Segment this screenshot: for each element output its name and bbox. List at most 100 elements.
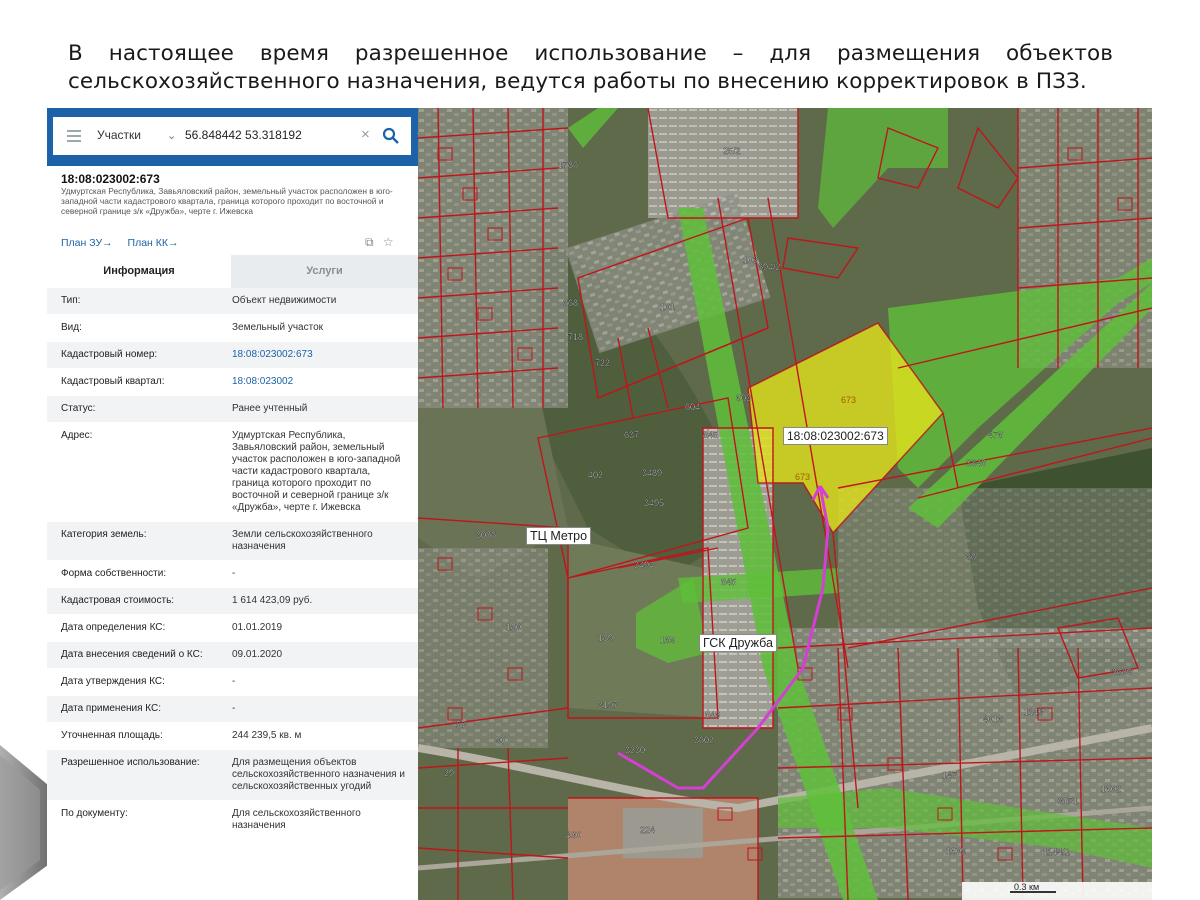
info-row-value: - xyxy=(232,568,236,579)
map-num-57: 57 xyxy=(456,720,466,730)
info-row-key: Кадастровый квартал: xyxy=(61,376,165,387)
tab-info[interactable]: Информация xyxy=(47,255,231,288)
tab-services[interactable]: Услуги xyxy=(231,255,418,288)
info-row: По документу: Для сельскохозяйственного н… xyxy=(47,801,418,840)
info-row: Статус: Ранее учтенный xyxy=(47,396,418,423)
cadastral-map[interactable]: 673 673 845 845 846 3494 3495 3489 3348 … xyxy=(418,108,1152,900)
info-row-key: Кадастровая стоимость: xyxy=(61,595,175,606)
chevron-down-icon[interactable]: ⌄ xyxy=(167,129,176,142)
info-row: Дата внесения сведений о КС: 09.01.2020 xyxy=(47,642,418,669)
info-row-value: 01.01.2019 xyxy=(232,622,283,633)
info-table: Тип: Объект недвижимости Вид: Земельный уча… xyxy=(47,288,418,840)
info-row-key: Дата внесения сведений о КС: xyxy=(61,649,203,660)
info-row: Кадастровый номер: 18:08:023002:673 xyxy=(47,342,418,369)
info-row-value: 244 239,5 кв. м xyxy=(232,730,302,741)
map-num-476: 476 xyxy=(988,430,1003,440)
map-num-3230: 3230 xyxy=(625,745,645,755)
map-num-3489: 3489 xyxy=(642,468,662,478)
map-num-224: 224 xyxy=(640,825,655,835)
landmark-tc-metro: ТЦ Метро xyxy=(526,527,592,545)
info-row-value: Для размещения объектов сельскохозяйстве… xyxy=(232,757,405,792)
search-type-select[interactable]: Участки xyxy=(97,128,141,142)
info-row-key: По документу: xyxy=(61,808,128,819)
locate-icon[interactable]: ⧉ xyxy=(365,235,374,249)
search-input[interactable]: 56.848442 53.318192 xyxy=(185,128,302,142)
info-row: Кадастровый квартал: 18:08:023002 xyxy=(47,369,418,396)
info-row-value: 09.01.2020 xyxy=(232,649,283,660)
info-row-key: Вид: xyxy=(61,322,82,333)
info-row-key: Уточненная площадь: xyxy=(61,730,163,741)
map-num-1144-1: 1144/1 xyxy=(1043,847,1070,857)
map-num-673a: 673 xyxy=(841,395,856,405)
map-num-3197: 3197 xyxy=(598,700,618,710)
info-row-value: Для сельскохозяйственного назначения xyxy=(232,808,361,831)
map-num-180: 180 xyxy=(506,622,521,632)
map-num-722: 722 xyxy=(595,358,610,368)
map-num-102: 102 xyxy=(743,255,758,265)
info-row: Уточненная площадь: 244 239,5 кв. м xyxy=(47,723,418,750)
map-num-637: 637 xyxy=(624,430,639,440)
info-panel: Участки ⌄ 56.848442 53.318192 × ‹ 18:08:… xyxy=(47,108,418,900)
scalebar-label: 0.3 км xyxy=(1014,882,1040,892)
map-num-3602: 3602 xyxy=(694,735,714,745)
info-row-key: Статус: xyxy=(61,403,96,414)
map-num-29: 29 xyxy=(444,768,454,778)
map-num-101: 101 xyxy=(660,302,675,312)
map-num-3494: 3494 xyxy=(634,560,654,570)
info-row: Тип: Объект недвижимости xyxy=(47,288,418,315)
menu-icon[interactable] xyxy=(67,130,81,142)
map-num-668: 668 xyxy=(563,298,578,308)
info-row: Вид: Земельный участок xyxy=(47,315,418,342)
map-num-718: 718 xyxy=(568,332,583,342)
map-num-846: 846 xyxy=(705,710,720,720)
star-icon[interactable]: ☆ xyxy=(383,235,394,249)
info-row: Форма собственности: - xyxy=(47,561,418,588)
plan-zu-link[interactable]: План ЗУ→ xyxy=(61,237,113,249)
map-num-1602: 1602 xyxy=(1101,784,1121,794)
info-row-value: Земли сельскохозяйственного назначения xyxy=(232,529,373,552)
info-row-value: Удмуртская Республика, Завьяловский райо… xyxy=(232,430,401,513)
info-row-value[interactable]: 18:08:023002 xyxy=(232,376,408,388)
info-row: Категория земель: Земли сельскохозяйствен… xyxy=(47,522,418,561)
info-row-value: Объект недвижимости xyxy=(232,295,337,306)
info-row: Дата утверждения КС: - xyxy=(47,669,418,696)
info-row-value: - xyxy=(232,676,236,687)
panel-tools: ⧉ ☆ xyxy=(365,235,394,250)
map-num-604: 604 xyxy=(685,402,700,412)
map-canvas[interactable]: 673 673 845 845 846 3494 3495 3489 3348 … xyxy=(418,108,1152,900)
search-bar: Участки ⌄ 56.848442 53.318192 × ‹ xyxy=(47,108,418,166)
map-num-189: 189 xyxy=(598,633,613,643)
info-row: Кадастровая стоимость: 1 614 423,09 руб. xyxy=(47,588,418,615)
map-num-3495: 3495 xyxy=(644,498,664,508)
map-num-603: 603 xyxy=(736,393,751,403)
info-row-value[interactable]: 18:08:023002:673 xyxy=(232,349,408,361)
plan-kk-link[interactable]: План КК→ xyxy=(128,237,179,249)
info-row: Дата применения КС: - xyxy=(47,696,418,723)
map-num-4016: 4016 xyxy=(983,714,1003,724)
info-row: Дата определения КС: 01.01.2019 xyxy=(47,615,418,642)
info-row-key: Адрес: xyxy=(61,430,93,441)
info-row-key: Кадастровый номер: xyxy=(61,349,158,360)
info-row-value: 1 614 423,09 руб. xyxy=(232,595,313,606)
map-num-2689: 2689 xyxy=(1112,667,1132,677)
info-row-key: Тип: xyxy=(61,295,81,306)
map-num-694-2: 694/2 xyxy=(758,262,781,272)
info-row: Разрешенное использование: Для размещения… xyxy=(47,750,418,801)
map-num-673b: 673 xyxy=(795,472,810,482)
info-row-key: Разрешенное использование: xyxy=(61,757,200,768)
info-row-value: - xyxy=(232,703,236,714)
map-num-90: 90 xyxy=(496,735,506,745)
map-num-25-2: 25/2 xyxy=(723,146,741,156)
info-row-value: Ранее учтенный xyxy=(232,403,308,414)
parcel-map-label[interactable]: 18:08:023002:673 xyxy=(783,427,888,445)
map-num-3851: 3851 xyxy=(1058,796,1078,806)
search-icon[interactable] xyxy=(382,127,400,145)
plan-links: План ЗУ→ План КК→ xyxy=(61,237,191,249)
map-scalebar: 0.3 км xyxy=(962,882,1152,900)
search-box[interactable]: Участки ⌄ 56.848442 53.318192 × xyxy=(53,117,411,155)
map-num-147: 147 xyxy=(942,770,957,780)
map-num-402: 402 xyxy=(588,470,603,480)
map-num-66: 66 xyxy=(966,552,976,562)
collapse-panel-icon[interactable]: ‹ xyxy=(417,124,418,140)
clear-icon[interactable]: × xyxy=(361,126,370,143)
